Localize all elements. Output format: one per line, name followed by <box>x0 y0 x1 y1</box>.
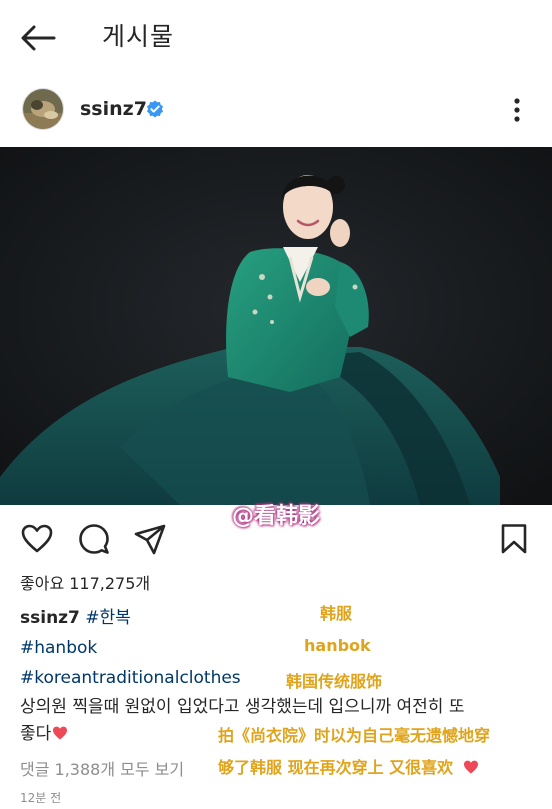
back-arrow-icon <box>21 25 56 51</box>
caption-body-text: 좋다 <box>20 724 52 744</box>
caption-hashtag-line: #koreantraditionalclothes <box>20 666 241 690</box>
caption-hashtag-line: #hanbok <box>20 636 97 660</box>
post-photo[interactable] <box>0 147 552 505</box>
comment-button[interactable] <box>77 522 111 556</box>
post-action-bar <box>0 516 552 562</box>
bookmark-button[interactable] <box>497 522 531 556</box>
comment-icon <box>79 524 109 554</box>
caption-body-line: 상의원 찍을때 원없이 입었다고 생각했는데 입으니까 여전히 또 <box>20 697 465 717</box>
heart-icon <box>21 524 53 553</box>
annotation-text: hanbok <box>304 636 371 655</box>
caption-first-line: ssinz7 #한복 <box>20 606 131 630</box>
hanbok-portrait-image <box>0 147 552 505</box>
verified-badge-icon <box>147 100 163 118</box>
back-button[interactable] <box>18 20 58 56</box>
red-heart-emoji-icon <box>463 760 478 774</box>
post-timestamp: 12분 전 <box>20 791 62 805</box>
hashtag-hanbok-korean[interactable]: #한복 <box>85 608 131 628</box>
author-username[interactable]: ssinz7 <box>80 96 147 122</box>
top-bar: 게시물 <box>0 0 552 78</box>
page-title: 게시물 <box>102 22 175 51</box>
avatar-image <box>23 89 63 129</box>
annotation-text: 拍《尚衣院》时以为自己毫无遗憾地穿 <box>218 726 491 745</box>
view-all-comments-link[interactable]: 댓글 1,388개 모두 보기 <box>20 759 184 781</box>
annotation-text: 够了韩服 现在再次穿上 又很喜欢 <box>218 754 479 778</box>
hashtag-koreantraditionalclothes[interactable]: #koreantraditionalclothes <box>20 668 241 688</box>
bookmark-icon <box>501 524 527 554</box>
annotation-text: 韩服 <box>320 604 353 623</box>
share-button[interactable] <box>133 522 167 556</box>
like-button[interactable] <box>20 522 54 556</box>
share-icon <box>134 524 166 555</box>
post-author-row: ssinz7 <box>0 82 552 138</box>
avatar[interactable] <box>22 88 64 130</box>
caption-username[interactable]: ssinz7 <box>20 608 80 628</box>
annotation-text: 韩国传统服饰 <box>286 672 383 691</box>
red-heart-emoji-icon <box>53 726 68 740</box>
more-options-icon <box>514 98 520 122</box>
likes-count[interactable]: 좋아요 117,275개 <box>20 572 150 596</box>
annotation-text-inner: 够了韩服 现在再次穿上 又很喜欢 <box>218 758 454 777</box>
more-options-button[interactable] <box>506 94 528 126</box>
hashtag-hanbok[interactable]: #hanbok <box>20 638 97 658</box>
